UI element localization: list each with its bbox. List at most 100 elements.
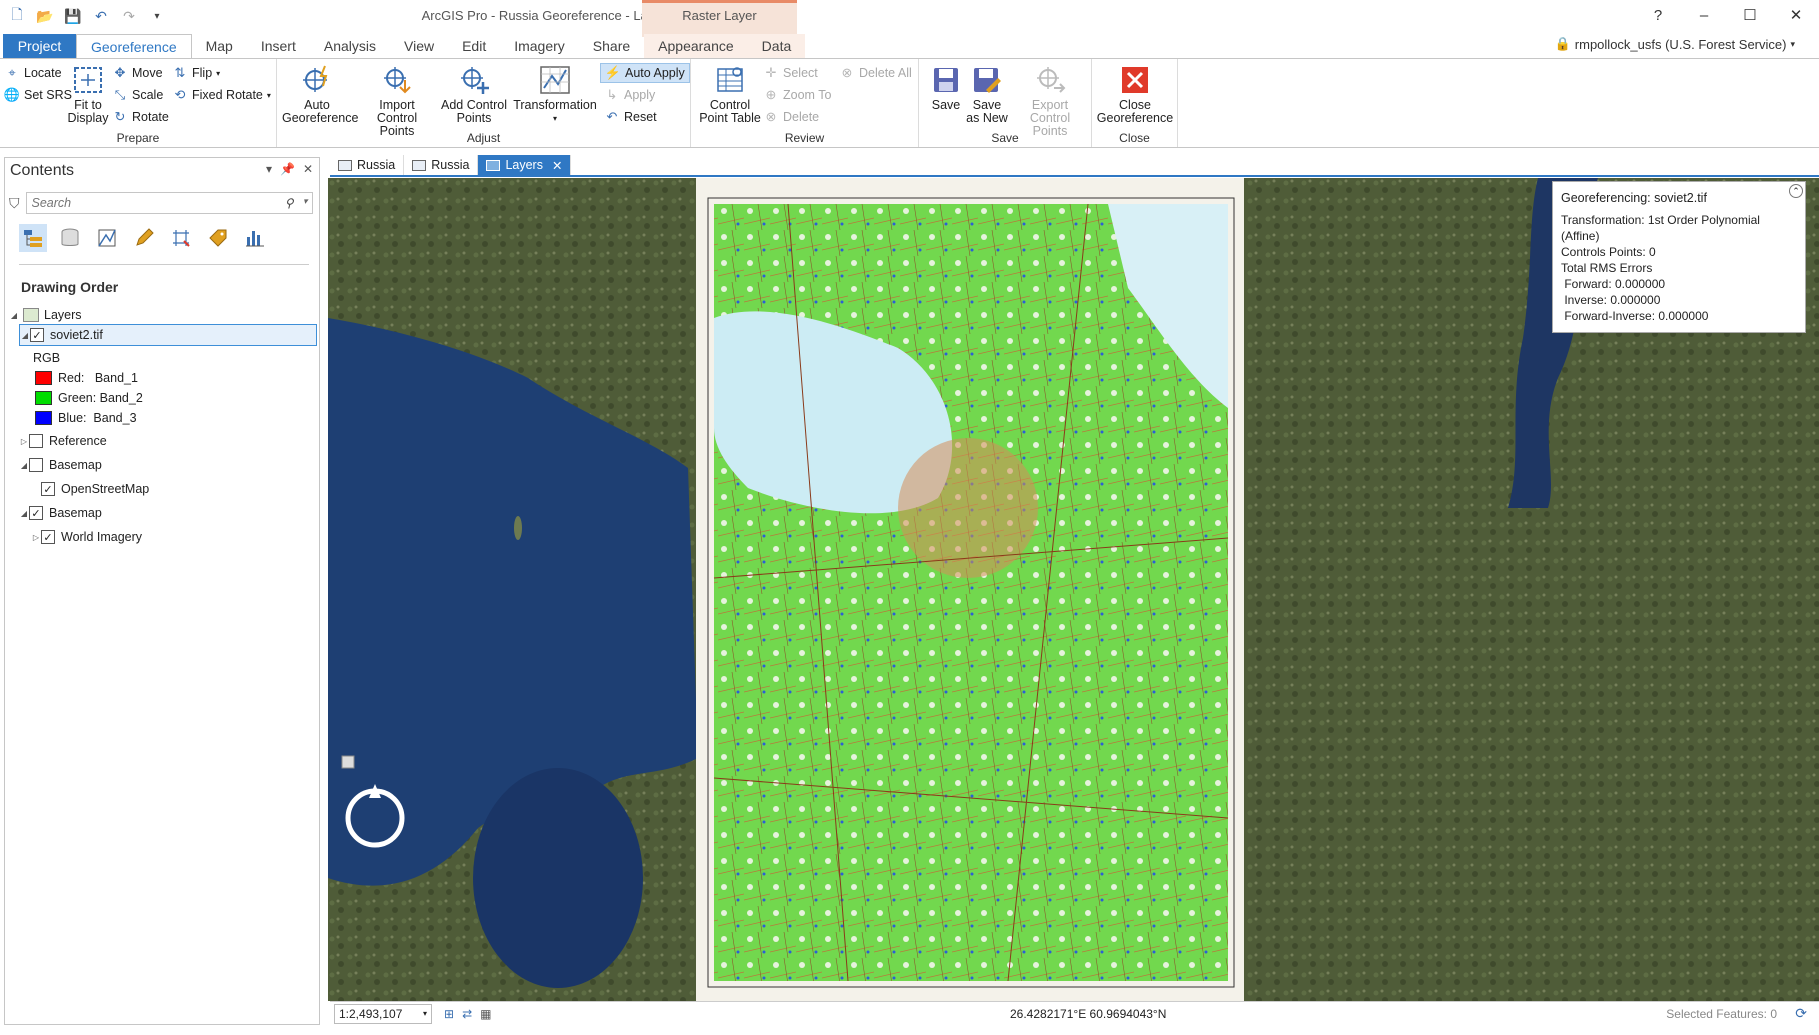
open-project-icon[interactable]: 📂 (34, 6, 56, 26)
tab-map[interactable]: Map (192, 34, 247, 59)
georef-forward: Forward: 0.000000 (1561, 277, 1666, 291)
tab-russia-2[interactable]: Russia (404, 155, 479, 175)
rotate-button[interactable]: ↻ Rotate (112, 109, 169, 125)
tab-edit[interactable]: Edit (448, 34, 500, 59)
new-project-icon[interactable]: 🗋 (6, 6, 28, 26)
tree-node-basemap-2[interactable]: ◢ ✓ Basemap (19, 502, 102, 524)
collapse-icon[interactable]: ◢ (19, 461, 29, 470)
tree-node-soviet2[interactable]: ◢ ✓ soviet2.tif (19, 324, 317, 346)
pin-icon[interactable]: 📌 (280, 162, 295, 176)
locate-button[interactable]: ⌖ Locate (4, 65, 61, 81)
save-button[interactable]: Save (927, 63, 965, 112)
tab-share[interactable]: Share (579, 34, 644, 59)
search-icon[interactable]: ⚲ (285, 196, 294, 210)
save-as-new-button[interactable]: Save as New (965, 63, 1009, 125)
tree-node-openstreetmap[interactable]: ✓ OpenStreetMap (41, 478, 149, 500)
layer-visibility-checkbox[interactable]: ✓ (41, 482, 55, 496)
table-icon[interactable]: ▦ (480, 1007, 491, 1021)
close-tab-icon[interactable]: ✕ (552, 158, 562, 173)
delete-all-button[interactable]: ⊗ Delete All (839, 65, 912, 81)
minimize-button[interactable]: – (1681, 0, 1727, 30)
layer-visibility-checkbox[interactable]: ✓ (30, 328, 44, 342)
export-control-points-button[interactable]: Export Control Points (1010, 63, 1090, 138)
filter-icon[interactable]: ⛉ (9, 195, 20, 212)
apply-button[interactable]: ↳ Apply (604, 87, 656, 103)
select-button[interactable]: ✛ Select (763, 65, 818, 81)
tab-appearance[interactable]: Appearance (644, 34, 748, 59)
tree-node-world-imagery[interactable]: ▷ ✓ World Imagery (31, 526, 142, 548)
list-by-editing-icon[interactable] (130, 224, 158, 252)
maximize-button[interactable]: ☐ (1727, 0, 1773, 30)
list-by-labeling-icon[interactable] (204, 224, 232, 252)
reset-button[interactable]: ↶ Reset (604, 109, 657, 125)
list-charts-icon[interactable] (241, 224, 269, 252)
tab-georeference[interactable]: Georeference (76, 34, 192, 59)
contents-view-toolbar (19, 224, 269, 252)
expand-icon[interactable]: ▷ (31, 533, 41, 542)
save-project-icon[interactable]: 💾 (62, 6, 84, 26)
band-red[interactable]: Red: Band_1 (35, 367, 138, 389)
fixed-rotate-button[interactable]: ⟲ Fixed Rotate ▾ (172, 87, 271, 103)
list-by-data-source-icon[interactable] (56, 224, 84, 252)
flip-button[interactable]: ⇅ Flip ▾ (172, 65, 221, 81)
layer-visibility-checkbox[interactable]: ✓ (41, 530, 55, 544)
grid-icon[interactable]: ⊞ (444, 1007, 454, 1021)
list-by-snapping-icon[interactable] (167, 224, 195, 252)
scale-button[interactable]: ⤡ Scale (112, 87, 163, 103)
set-srs-button[interactable]: 🌐 Set SRS (4, 87, 72, 103)
tab-russia-1[interactable]: Russia (330, 155, 405, 175)
scale-icon: ⤡ (114, 87, 126, 102)
control-point-table-button[interactable]: Control Point Table (695, 63, 765, 125)
tab-project[interactable]: Project (3, 34, 76, 59)
fit-to-display-button[interactable]: Fit to Display (68, 63, 109, 125)
delete-button[interactable]: ⊗ Delete (763, 109, 820, 125)
redo-icon[interactable]: ↷ (118, 6, 140, 26)
account-menu[interactable]: 🔒 rmpollock_usfs (U.S. Forest Service) ▾ (1555, 36, 1795, 52)
undo-icon[interactable]: ↶ (90, 6, 112, 26)
band-green[interactable]: Green: Band_2 (35, 387, 143, 409)
tab-imagery[interactable]: Imagery (500, 34, 579, 59)
close-pane-icon[interactable]: ✕ (303, 162, 313, 176)
search-field[interactable]: ⚲ ▾ (25, 192, 313, 214)
chevron-down-icon[interactable]: ▾ (303, 196, 308, 207)
pane-options-icon[interactable]: ▾ (266, 162, 272, 176)
collapse-icon[interactable]: ◢ (19, 509, 29, 518)
tree-node-basemap-1[interactable]: ◢ Basemap (19, 454, 102, 476)
list-by-drawing-order-icon[interactable] (19, 224, 47, 252)
layer-visibility-checkbox[interactable] (29, 458, 43, 472)
zoom-to-button[interactable]: ⊕ Zoom To (763, 87, 832, 103)
band-blue[interactable]: Blue: Band_3 (35, 407, 137, 429)
tab-data[interactable]: Data (747, 34, 806, 59)
search-input[interactable] (31, 196, 272, 210)
collapse-icon[interactable]: ◢ (20, 331, 30, 340)
tree-node-layers[interactable]: ◢ Layers (9, 304, 82, 326)
georef-title: Georeferencing: soviet2.tif (1561, 191, 1707, 205)
help-button[interactable]: ? (1635, 0, 1681, 30)
import-control-points-button[interactable]: Import Control Points (359, 63, 435, 138)
tree-node-reference[interactable]: ▷ Reference (19, 430, 107, 452)
transformation-button[interactable]: Transformation ▾ (513, 63, 597, 125)
auto-apply-button[interactable]: ⚡ Auto Apply (600, 63, 690, 83)
move-button[interactable]: ✥ Move (112, 65, 163, 81)
tab-layers[interactable]: Layers ✕ (478, 155, 572, 175)
close-window-button[interactable]: ✕ (1773, 0, 1819, 30)
layer-visibility-checkbox[interactable] (29, 434, 43, 448)
import-control-points-icon (380, 63, 414, 97)
close-georeference-button[interactable]: Close Georeference (1096, 63, 1174, 125)
tab-view[interactable]: View (390, 34, 448, 59)
add-control-points-button[interactable]: Add Control Points (439, 63, 509, 125)
group-adjust: Auto Georeference Import Control Points … (277, 59, 691, 147)
collapse-panel-icon[interactable]: ⌃ (1789, 184, 1803, 198)
layer-visibility-checkbox[interactable]: ✓ (29, 506, 43, 520)
customize-qat-icon[interactable]: ▾ (146, 6, 168, 26)
tab-analysis[interactable]: Analysis (310, 34, 390, 59)
collapse-icon[interactable]: ◢ (9, 311, 19, 320)
tab-insert[interactable]: Insert (247, 34, 310, 59)
list-by-selection-icon[interactable] (93, 224, 121, 252)
export-control-points-icon (1033, 63, 1067, 97)
snapping-icon[interactable]: ⇄ (462, 1007, 472, 1021)
scale-selector[interactable]: 1:2,493,107 ▾ (334, 1003, 432, 1024)
auto-georeference-button[interactable]: Auto Georeference (282, 63, 358, 125)
expand-icon[interactable]: ▷ (19, 437, 29, 446)
refresh-icon[interactable]: ⟳ (1795, 1005, 1807, 1022)
